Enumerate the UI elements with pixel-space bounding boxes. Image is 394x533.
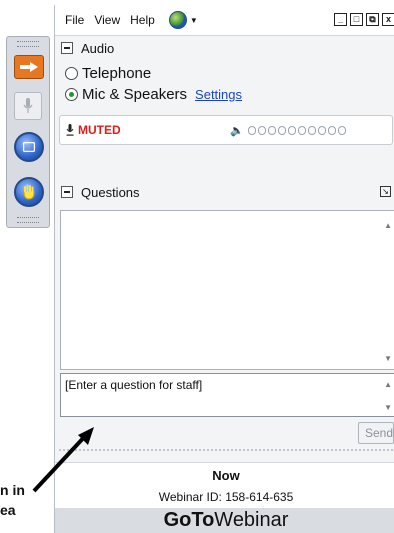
screen-share-button[interactable] [14, 132, 44, 162]
session-status: Now Webinar ID: 158-614-635 [55, 462, 394, 509]
webinar-id: Webinar ID: 158-614-635 [158, 490, 294, 504]
level-led [297, 126, 306, 135]
muted-label: MUTED [78, 123, 121, 137]
show-panel-arrow-button[interactable] [14, 55, 44, 79]
screen-icon [23, 142, 35, 152]
level-led [257, 126, 266, 135]
scroll-up-icon[interactable]: ▲ [384, 380, 392, 389]
speaker-icon: 🔈 [230, 125, 244, 137]
gotowebinar-logo: GoToWebinar [55, 508, 394, 533]
menu-view[interactable]: View [94, 13, 120, 27]
scroll-down-icon[interactable]: ▼ [384, 403, 392, 412]
audio-settings-link[interactable]: Settings [195, 87, 242, 102]
menu-help[interactable]: Help [130, 13, 155, 27]
question-input-box[interactable]: ▲ ▼ [60, 373, 394, 417]
menu-file[interactable]: File [65, 13, 84, 27]
grip-top[interactable] [17, 41, 39, 47]
mic-speakers-option[interactable]: Mic & Speakers Settings [65, 86, 242, 103]
telephone-label: Telephone [82, 65, 152, 82]
divider [59, 449, 393, 451]
level-led [287, 126, 296, 135]
annotation-arrow-icon [32, 427, 94, 493]
annotation-line1: n in [0, 482, 25, 498]
telephone-option[interactable]: Telephone [65, 65, 151, 82]
microphone-icon [23, 98, 33, 113]
logo-bold: GoTo [163, 509, 215, 531]
level-led [307, 126, 316, 135]
telephone-radio[interactable] [65, 67, 78, 80]
microphone-icon[interactable] [66, 124, 74, 136]
arrow-right-icon [20, 62, 38, 72]
questions-log[interactable]: ▲ ▼ [60, 210, 394, 370]
audio-level-meter: 🔈 [230, 124, 346, 137]
send-button[interactable]: Send [358, 422, 394, 444]
level-led [317, 126, 326, 135]
audio-title: Audio [81, 40, 115, 56]
level-led [247, 126, 256, 135]
chevron-down-icon[interactable]: ▼ [190, 16, 198, 25]
level-led [337, 126, 346, 135]
control-panel: File View Help ▼ _ □ ⧉ x Audio Telephone… [54, 5, 394, 533]
window-controls: _ □ ⧉ x [334, 13, 394, 26]
popout-icon[interactable]: ↘ [380, 186, 391, 197]
minimize-button[interactable]: _ [334, 13, 347, 26]
globe-icon[interactable] [168, 11, 187, 29]
collapse-audio-button[interactable] [61, 42, 73, 54]
menu-bar: File View Help ▼ _ □ ⧉ x [55, 5, 394, 36]
logo-light: Webinar [214, 509, 289, 531]
mic-toggle-button[interactable] [14, 92, 42, 120]
mic-speakers-label: Mic & Speakers [82, 86, 188, 103]
raise-hand-button[interactable] [14, 177, 44, 207]
raise-hand-icon [23, 184, 35, 200]
scroll-up-icon[interactable]: ▲ [384, 221, 392, 230]
restore-button[interactable]: ⧉ [366, 13, 379, 26]
question-input[interactable] [61, 374, 369, 396]
audio-section-header: Audio [55, 37, 394, 59]
maximize-button[interactable]: □ [350, 13, 363, 26]
level-led [327, 126, 336, 135]
level-led [267, 126, 276, 135]
annotation-line2: ea [0, 502, 16, 518]
close-button[interactable]: x [382, 13, 394, 26]
collapse-questions-button[interactable] [61, 186, 73, 198]
grab-tab-toolbar [6, 36, 50, 228]
mute-status-bar: MUTED 🔈 [59, 115, 393, 145]
questions-title: Questions [81, 184, 140, 200]
scroll-down-icon[interactable]: ▼ [384, 354, 392, 363]
session-now-label: Now [212, 468, 240, 483]
mic-speakers-radio[interactable] [65, 88, 78, 101]
grip-bottom[interactable] [17, 217, 39, 223]
level-led [277, 126, 286, 135]
annotation-text: n in ea [0, 480, 25, 520]
questions-section-header: Questions ↘ [55, 181, 394, 203]
